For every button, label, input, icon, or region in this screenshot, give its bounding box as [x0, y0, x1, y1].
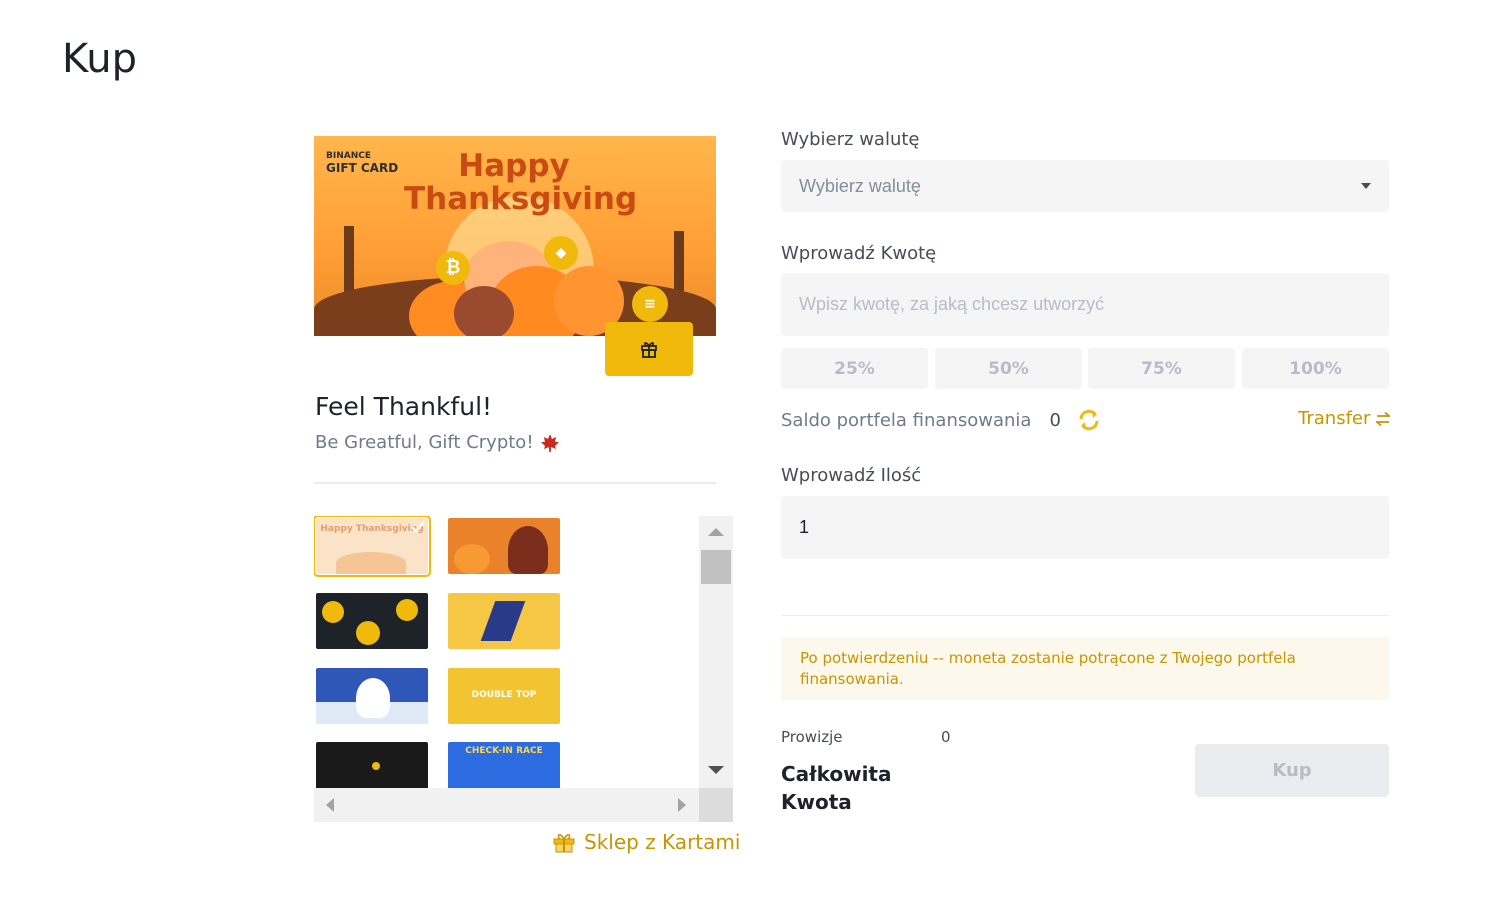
divider [781, 615, 1389, 616]
gift-shop-icon [553, 834, 575, 853]
percent-50-button[interactable]: 50% [935, 348, 1082, 389]
buy-button[interactable]: Kup [1195, 744, 1389, 797]
divider [314, 482, 716, 484]
total-amount-label: Całkowita Kwota [781, 762, 892, 814]
horizontal-scrollbar[interactable] [314, 788, 699, 822]
transfer-link[interactable]: Transfer [1298, 408, 1391, 429]
card-design-picker: Happy Thanksgiving DOUBLE TOP CHECK-IN R… [314, 516, 733, 822]
gift-card-preview: ₿ ◆ ≡ BINANCE GIFT CARD Happy Thanksgivi… [314, 136, 716, 336]
currency-select[interactable]: Wybierz walutę [781, 160, 1389, 212]
thumbnail-polar-bear-snow[interactable] [316, 668, 428, 724]
binance-logo: BINANCE GIFT CARD [326, 151, 399, 175]
transfer-arrows-icon [1376, 411, 1391, 426]
thumbnail-thanksgiving-pumpkins[interactable]: Happy Thanksgiving [314, 516, 431, 577]
quantity-label: Wprowadź Ilość [781, 465, 922, 486]
gift-button[interactable] [605, 322, 693, 376]
page-title: Kup [62, 36, 137, 82]
confirmation-notice: Po potwierdzeniu -- moneta zostanie potr… [781, 637, 1389, 700]
thumbnail-grid: Happy Thanksgiving DOUBLE TOP CHECK-IN R… [314, 516, 698, 788]
thumbnail-yellow-skier[interactable] [448, 593, 560, 649]
caret-down-icon [1361, 183, 1371, 189]
quantity-input[interactable] [781, 496, 1389, 559]
percent-100-button[interactable]: 100% [1242, 348, 1389, 389]
refresh-icon[interactable] [1077, 408, 1101, 432]
thumbnail-check-in-race[interactable]: CHECK-IN RACE [448, 742, 560, 788]
fee-label: Prowizje [781, 728, 843, 746]
currency-label: Wybierz walutę [781, 129, 920, 150]
amount-input[interactable] [781, 273, 1389, 336]
balance-value: 0 [1049, 409, 1061, 431]
thumbnail-dark-night[interactable] [316, 742, 428, 788]
maple-leaf-icon [540, 433, 559, 452]
percent-75-button[interactable]: 75% [1088, 348, 1235, 389]
selected-check-icon [411, 521, 425, 533]
scrollbar-thumb[interactable] [701, 550, 731, 584]
thumbnail-thanksgiving-turkey[interactable] [448, 518, 560, 574]
card-headline: Happy Thanksgiving [404, 148, 638, 217]
amount-label: Wprowadź Kwotę [781, 243, 937, 264]
card-title: Feel Thankful! [315, 392, 493, 421]
thumbnail-double-top[interactable]: DOUBLE TOP [448, 668, 560, 724]
scroll-down-arrow-icon[interactable] [708, 766, 724, 774]
scrollbar-corner [699, 788, 733, 822]
funding-balance: Saldo portfela finansowania 0 [781, 408, 1101, 432]
balance-label: Saldo portfela finansowania [781, 409, 1032, 431]
thumbnail-black-gold-coins[interactable] [316, 593, 428, 649]
card-subtitle: Be Greatful, Gift Crypto! [315, 432, 560, 453]
percent-25-button[interactable]: 25% [781, 348, 928, 389]
card-shop-link[interactable]: Sklep z Kartami [552, 830, 740, 854]
gift-icon [641, 342, 657, 358]
vertical-scrollbar[interactable] [699, 516, 733, 788]
fee-value: 0 [941, 728, 951, 746]
scroll-left-arrow-icon[interactable] [326, 798, 334, 812]
scroll-up-arrow-icon[interactable] [708, 528, 724, 536]
scroll-right-arrow-icon[interactable] [678, 798, 686, 812]
